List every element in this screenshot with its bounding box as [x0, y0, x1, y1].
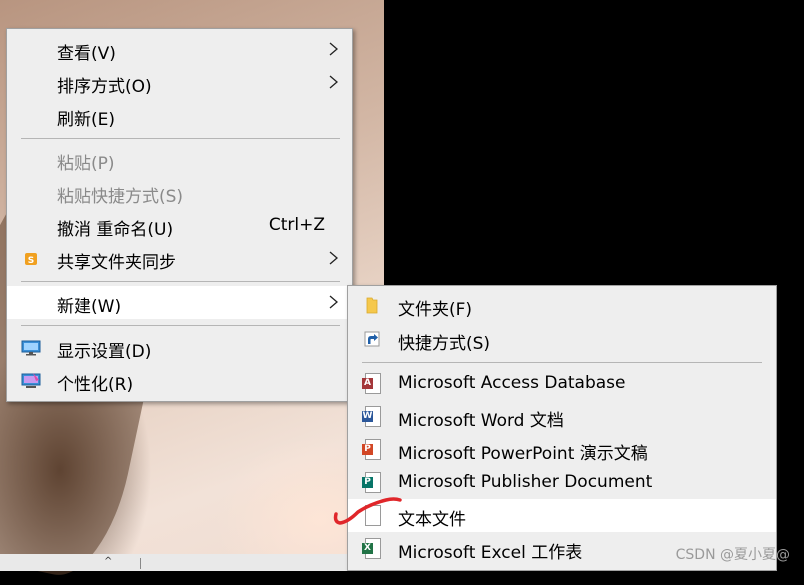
submenu-item-label: Microsoft Word 文档 — [398, 411, 564, 431]
menu-item-label: 共享文件夹同步 — [57, 253, 176, 273]
submenu-item-publisher[interactable]: P Microsoft Publisher Document — [348, 466, 776, 499]
menu-item-view[interactable]: 查看(V) — [7, 33, 352, 66]
taskbar: ^ — [0, 554, 384, 571]
menu-item-label: 查看(V) — [57, 44, 116, 64]
sync-app-icon: S — [25, 253, 37, 266]
submenu-item-label: 文件夹(F) — [398, 300, 473, 320]
chevron-right-icon — [329, 75, 338, 89]
access-icon: A — [362, 373, 382, 394]
submenu-item-powerpoint[interactable]: P Microsoft PowerPoint 演示文稿 — [348, 433, 776, 466]
menu-item-new[interactable]: 新建(W) — [7, 286, 352, 319]
menu-item-paste-shortcut[interactable]: 粘贴快捷方式(S) — [7, 176, 352, 209]
submenu-item-label: Microsoft Excel 工作表 — [398, 543, 583, 563]
submenu-item-text-file[interactable]: 文本文件 — [348, 499, 776, 532]
menu-item-shared-folder-sync[interactable]: S 共享文件夹同步 — [7, 242, 352, 275]
submenu-item-label: Microsoft Publisher Document — [398, 472, 653, 492]
menu-item-undo-rename[interactable]: 撤消 重命名(U) Ctrl+Z — [7, 209, 352, 242]
menu-item-label: 排序方式(O) — [57, 77, 152, 97]
submenu-item-folder[interactable]: 文件夹(F) — [348, 289, 776, 322]
shortcut-hint: Ctrl+Z — [268, 215, 325, 235]
submenu-item-label: Microsoft Access Database — [398, 373, 626, 393]
csdn-watermark: CSDN @夏小夏@ — [675, 547, 790, 563]
menu-separator — [21, 281, 340, 282]
powerpoint-icon: P — [362, 439, 382, 460]
menu-item-label: 粘贴(P) — [57, 154, 115, 174]
menu-item-label: 撤消 重命名(U) — [57, 220, 174, 240]
excel-icon: X — [362, 538, 382, 559]
word-icon: W — [362, 406, 382, 427]
chevron-right-icon — [329, 42, 338, 56]
folder-icon — [366, 297, 378, 314]
personalize-icon — [21, 373, 41, 388]
red-check-annotation — [333, 497, 402, 525]
menu-separator — [21, 325, 340, 326]
menu-item-display-settings[interactable]: 显示设置(D) — [7, 331, 352, 364]
menu-separator — [362, 362, 762, 363]
menu-item-personalize[interactable]: 个性化(R) — [7, 364, 352, 397]
menu-item-label: 刷新(E) — [57, 110, 116, 130]
shortcut-icon — [364, 331, 380, 347]
publisher-icon: P — [362, 472, 382, 493]
chevron-right-icon — [329, 295, 338, 309]
taskbar-chevron-up-icon[interactable]: ^ — [104, 557, 114, 567]
submenu-item-label: Microsoft PowerPoint 演示文稿 — [398, 444, 648, 464]
menu-item-label: 个性化(R) — [57, 375, 134, 395]
menu-item-sort-by[interactable]: 排序方式(O) — [7, 66, 352, 99]
menu-item-label: 粘贴快捷方式(S) — [57, 187, 184, 207]
svg-text:S: S — [28, 256, 34, 266]
menu-item-paste[interactable]: 粘贴(P) — [7, 143, 352, 176]
submenu-item-word-document[interactable]: W Microsoft Word 文档 — [348, 400, 776, 433]
taskbar-divider — [140, 558, 141, 569]
monitor-icon — [21, 340, 41, 356]
new-submenu: 文件夹(F) 快捷方式(S) A Microsoft Access Databa… — [347, 285, 777, 571]
menu-item-label: 显示设置(D) — [57, 342, 152, 362]
chevron-right-icon — [329, 251, 338, 265]
submenu-item-label: 快捷方式(S) — [398, 334, 491, 354]
submenu-item-shortcut[interactable]: 快捷方式(S) — [348, 323, 776, 356]
desktop-context-menu: 查看(V) 排序方式(O) 刷新(E) 粘贴(P) 粘贴快捷方式(S) 撤消 重… — [6, 28, 353, 402]
menu-item-label: 新建(W) — [57, 297, 122, 317]
submenu-item-access-database[interactable]: A Microsoft Access Database — [348, 367, 776, 400]
menu-separator — [21, 138, 340, 139]
menu-item-refresh[interactable]: 刷新(E) — [7, 99, 352, 132]
